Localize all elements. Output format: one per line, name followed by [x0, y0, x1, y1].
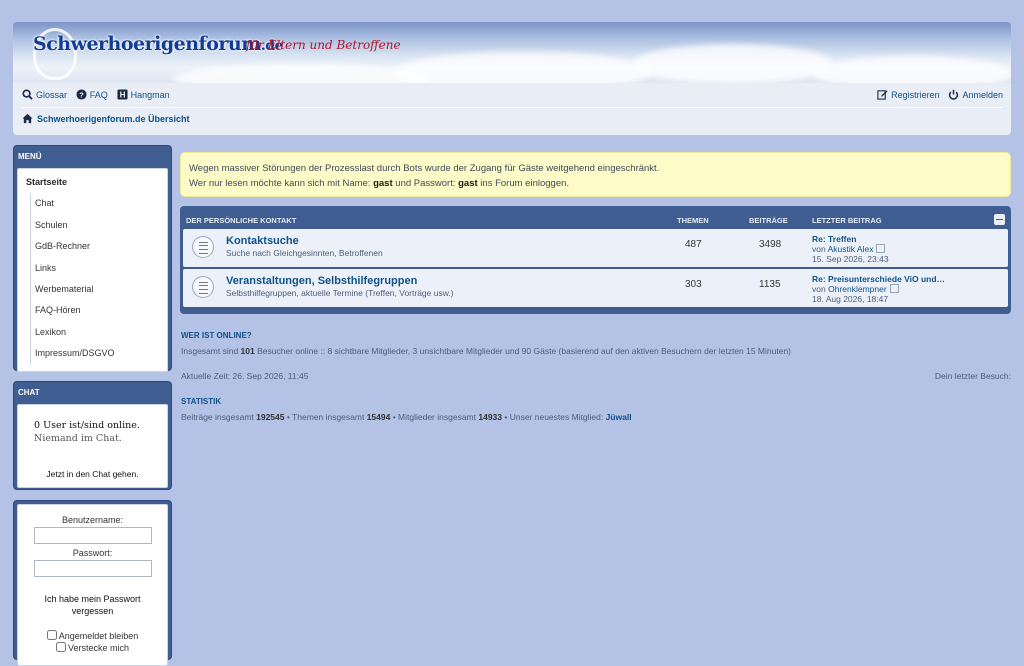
forum-row: Kontaktsuche Suche nach Gleichgesinnten,… [183, 229, 1008, 267]
last-post-title-link[interactable]: Re: Preisunterschiede ViO und… [812, 274, 945, 284]
current-time: Aktuelle Zeit: 26. Sep 2026, 11:45 [181, 371, 309, 381]
power-icon [949, 89, 959, 100]
menu-panel: MENÜ Startseite Chat Schulen GdB-Rechner… [13, 145, 172, 372]
site-header: Schwerhoerigenforum.de für Eltern und Be… [13, 22, 1011, 83]
last-post-date: 18. Aug 2026, 18:47 [812, 294, 889, 304]
last-post-date: 15. Sep 2026, 23:43 [812, 254, 889, 264]
menu-item-schulen[interactable]: Schulen [30, 214, 167, 237]
forum-read-icon [192, 236, 214, 258]
breadcrumb[interactable]: Schwerhoerigenforum.de Übersicht [22, 113, 190, 124]
last-visit: Dein letzter Besuch: [934, 371, 1011, 381]
svg-text:H: H [119, 91, 125, 100]
menu-item-gdb-rechner[interactable]: GdB-Rechner [30, 236, 167, 258]
col-posts-header: BEITRÄGE [749, 216, 788, 225]
forum-description: Suche nach Gleichgesinnten, Betroffenen [226, 248, 383, 258]
chat-user-count: 0 User ist/sind online. [34, 420, 140, 431]
forum-category: DER PERSÖNLICHE KONTAKT THEMEN BEITRÄGE … [180, 206, 1011, 314]
forum-read-icon [192, 276, 214, 298]
last-post-user-link[interactable]: Ohrenklempner [828, 284, 887, 294]
forgot-password-link[interactable]: Ich habe mein Passwort vergessen [18, 593, 167, 617]
collapse-icon[interactable] [994, 214, 1005, 225]
menu-title: MENÜ [18, 152, 42, 161]
guest-notice: Wegen massiver Störungen der Prozesslast… [180, 152, 1011, 197]
forum-description: Selbsthilfegruppen, aktuelle Termine (Tr… [226, 288, 454, 298]
enter-chat-link[interactable]: Jetzt in den Chat gehen. [18, 469, 167, 479]
hide-checkbox[interactable] [55, 642, 66, 652]
menu-item-chat[interactable]: Chat [30, 193, 167, 215]
register-link[interactable]: Registrieren [877, 89, 940, 100]
category-header: DER PERSÖNLICHE KONTAKT THEMEN BEITRÄGE … [183, 209, 1008, 229]
chat-panel: CHAT 0 User ist/sind online. Niemand im … [13, 381, 172, 490]
forum-topics-count: 303 [685, 279, 702, 290]
col-topics-header: THEMEN [677, 216, 709, 225]
menu-item-startseite[interactable]: Startseite [18, 172, 167, 193]
login-panel: Benutzername: Passwort: Ich habe mein Pa… [13, 500, 172, 666]
last-post: Re: Treffen von Akustik Alex 15. Sep 202… [812, 234, 889, 264]
password-label: Passwort: [72, 548, 113, 558]
navbar: Glossar ? FAQ H Hangman Registrieren Anm… [13, 83, 1011, 135]
view-latest-post-icon[interactable] [876, 244, 886, 253]
view-latest-post-icon[interactable] [889, 284, 899, 293]
header-cloud [813, 56, 1011, 83]
remember-me[interactable]: Angemeldet bleiben [18, 630, 167, 642]
site-slogan: für Eltern und Betroffene [246, 38, 401, 52]
search-icon [22, 89, 33, 100]
statistics-heading: STATISTIK [181, 397, 222, 406]
header-cloud [633, 44, 833, 83]
menu-item-links[interactable]: Links [30, 257, 167, 279]
edit-icon [877, 90, 888, 100]
forum-title-link[interactable]: Kontaktsuche [226, 235, 299, 247]
header-cloud [173, 64, 433, 83]
glossar-link[interactable]: Glossar [22, 89, 67, 100]
forum-title-link[interactable]: Veranstaltungen, Selbsthilfegruppen [226, 275, 417, 287]
notice-line-1: Wegen massiver Störungen der Prozesslast… [189, 163, 660, 174]
username-label: Benutzername: [61, 515, 124, 525]
svg-text:?: ? [79, 90, 84, 99]
col-last-post-header: LETZTER BEITRAG [812, 216, 882, 225]
last-post: Re: Preisunterschiede ViO und… von Ohren… [812, 274, 946, 304]
menu-item-lexikon[interactable]: Lexikon [30, 321, 167, 344]
menu-item-impressum[interactable]: Impressum/DSGVO [30, 343, 167, 365]
forum-row: Veranstaltungen, Selbsthilfegruppen Selb… [183, 269, 1008, 307]
home-icon [22, 113, 33, 124]
statistics-summary: Beiträge insgesamt 192545 • Themen insge… [181, 412, 632, 422]
menu-item-faq-hoeren[interactable]: FAQ-Hören [30, 300, 167, 322]
category-title[interactable]: DER PERSÖNLICHE KONTAKT [186, 216, 296, 225]
online-summary: Insgesamt sind 101 Besucher online :: 8 … [181, 346, 792, 356]
forum-topics-count: 487 [685, 239, 702, 250]
menu-list: Startseite Chat Schulen GdB-Rechner Link… [18, 169, 167, 371]
hangman-link[interactable]: H Hangman [117, 89, 170, 100]
h-square-icon: H [117, 89, 128, 100]
login-link[interactable]: Anmelden [948, 89, 1003, 100]
chat-title: CHAT [18, 388, 40, 397]
faq-link[interactable]: ? FAQ [76, 89, 108, 100]
notice-line-2: Wer nur lesen möchte kann sich mit Name:… [189, 178, 570, 189]
last-post-user-link[interactable]: Akustik Alex [828, 244, 874, 254]
menu-item-werbematerial[interactable]: Werbematerial [30, 278, 167, 301]
last-post-title-link[interactable]: Re: Treffen [812, 234, 856, 244]
forum-posts-count: 3498 [759, 239, 782, 250]
remember-checkbox[interactable] [46, 630, 57, 640]
username-input[interactable] [33, 527, 152, 544]
who-is-online-heading[interactable]: WER IST ONLINE? [181, 331, 252, 340]
forum-posts-count: 1135 [759, 279, 781, 290]
newest-member-link[interactable]: Jüwall [606, 412, 632, 422]
question-circle-icon: ? [76, 89, 87, 100]
hide-me[interactable]: Verstecke mich [18, 642, 167, 654]
password-input[interactable] [33, 560, 152, 577]
chat-status: Niemand im Chat. [34, 433, 122, 444]
